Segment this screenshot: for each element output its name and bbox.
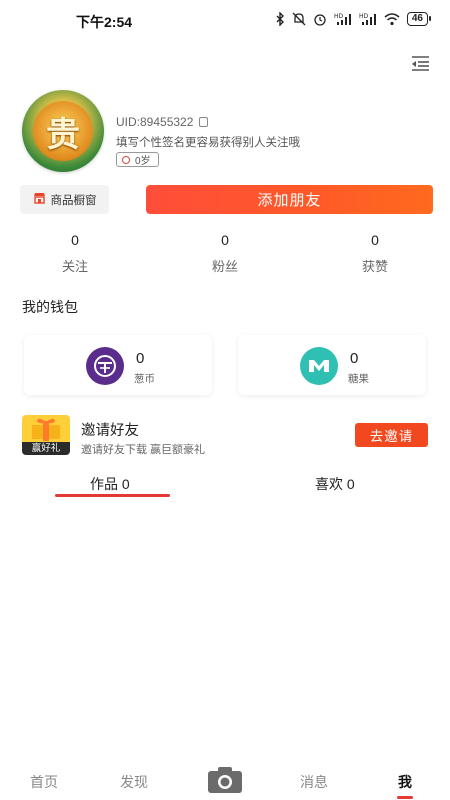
age-text: 0岁 xyxy=(135,156,151,167)
add-friend-button[interactable]: 添加朋友 xyxy=(146,185,433,214)
shop-window-button[interactable]: 商品橱窗 xyxy=(20,185,109,214)
stat-likes[interactable]: 0 获赞 xyxy=(325,232,425,275)
status-time: 下午2:54 xyxy=(76,14,133,30)
wifi-icon xyxy=(384,12,400,26)
candy-value: 0 xyxy=(350,350,359,367)
tab-active-indicator xyxy=(55,494,170,497)
stat-label: 关注 xyxy=(61,259,88,274)
status-icons: HD HD 46 xyxy=(276,12,432,26)
stat-label: 粉丝 xyxy=(211,259,238,274)
stat-following[interactable]: 0 关注 xyxy=(25,232,125,275)
nav-home[interactable]: 首页 xyxy=(30,772,58,792)
hd-signal-icon: HD xyxy=(334,12,352,26)
candy-icon xyxy=(300,347,338,385)
nav-messages[interactable]: 消息 xyxy=(300,772,328,792)
nav-me[interactable]: 我 xyxy=(398,772,412,792)
wallet-card-coins[interactable]: 0 葱币 xyxy=(24,335,212,395)
status-bar: 下午2:54 HD HD 46 xyxy=(0,0,450,40)
coin-value: 0 xyxy=(136,350,145,367)
signature-prompt[interactable]: 填写个性签名更容易获得别人关注哦 xyxy=(116,134,300,150)
coin-icon xyxy=(86,347,124,385)
hd-signal-icon: HD xyxy=(359,12,377,26)
invite-button[interactable]: 去邀请 xyxy=(355,423,428,447)
alarm-icon xyxy=(313,12,327,26)
svg-text:HD: HD xyxy=(359,13,369,20)
avatar-glyph: 贵 xyxy=(33,101,93,161)
nav-active-indicator xyxy=(397,796,413,799)
candy-label: 糖果 xyxy=(348,373,369,385)
gift-icon: 赢好礼 xyxy=(22,415,70,455)
age-badge: 0岁 xyxy=(116,152,159,167)
invite-title: 邀请好友 xyxy=(81,423,139,439)
tab-works[interactable]: 作品 0 xyxy=(90,474,130,494)
stat-value: 0 xyxy=(71,232,79,248)
bluetooth-icon xyxy=(276,12,285,26)
camera-icon[interactable] xyxy=(207,766,243,794)
avatar[interactable]: 贵 xyxy=(22,90,104,172)
shop-icon xyxy=(33,192,46,207)
mute-icon xyxy=(292,12,306,26)
stat-value: 0 xyxy=(221,232,229,248)
copy-icon[interactable] xyxy=(199,117,209,127)
shop-window-label: 商品橱窗 xyxy=(50,194,97,207)
gift-badge-text: 赢好礼 xyxy=(31,443,61,454)
svg-text:HD: HD xyxy=(334,13,344,20)
battery-icon: 46 xyxy=(406,12,432,26)
coin-label: 葱币 xyxy=(134,373,155,385)
tab-likes[interactable]: 喜欢 0 xyxy=(315,474,355,494)
gender-icon xyxy=(122,155,130,164)
nav-discover[interactable]: 发现 xyxy=(120,772,148,792)
wallet-title: 我的钱包 xyxy=(22,299,78,315)
stat-label: 获赞 xyxy=(361,259,388,274)
wallet-card-candy[interactable]: 0 糖果 xyxy=(238,335,426,395)
menu-icon[interactable] xyxy=(410,54,430,72)
stat-followers[interactable]: 0 粉丝 xyxy=(175,232,275,275)
uid-row: UID:89455322 xyxy=(116,115,209,129)
invite-subtitle: 邀请好友下载 赢巨额豪礼 xyxy=(81,444,206,456)
stat-value: 0 xyxy=(371,232,379,248)
uid-text: UID:89455322 xyxy=(116,115,194,129)
